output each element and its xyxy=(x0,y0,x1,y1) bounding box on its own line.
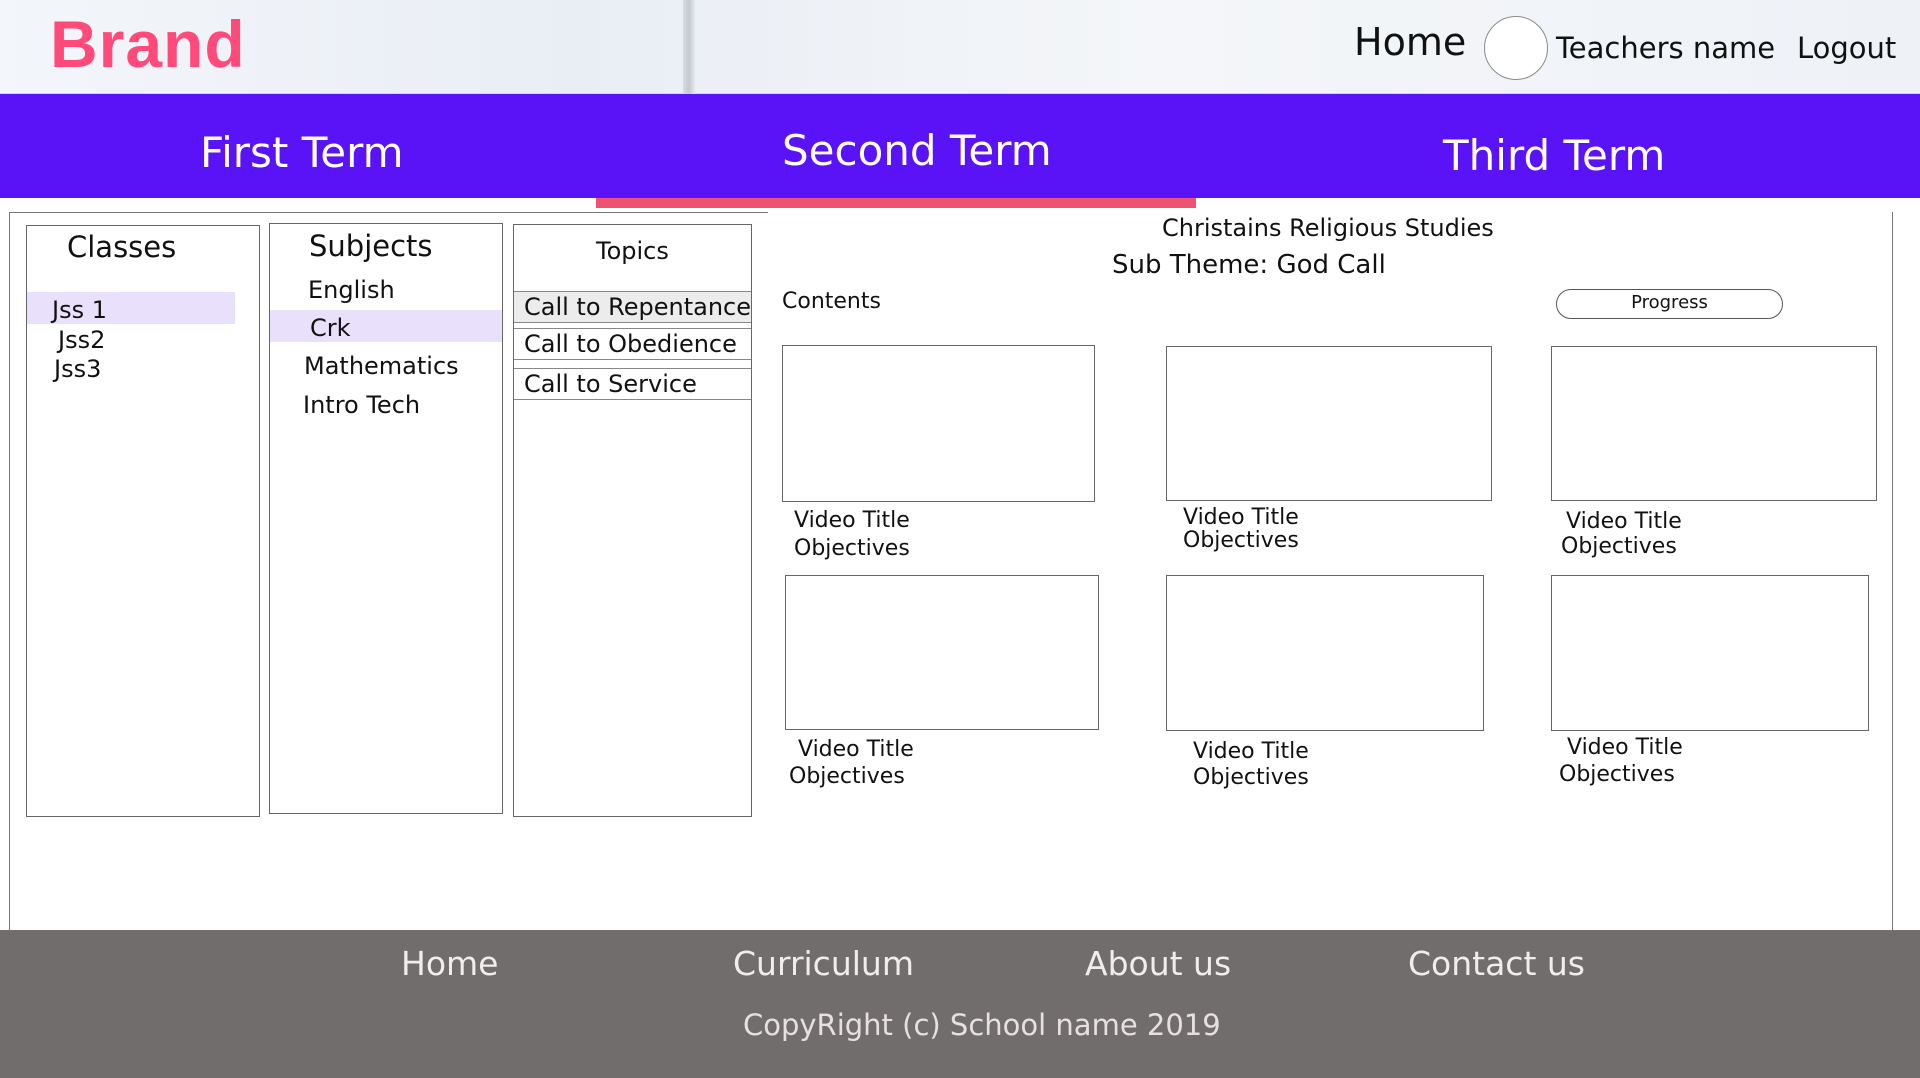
video-title[interactable]: Video Title xyxy=(798,737,914,762)
footer-link-curriculum[interactable]: Curriculum xyxy=(733,944,914,983)
video-title[interactable]: Video Title xyxy=(794,508,910,533)
avatar[interactable] xyxy=(1484,16,1548,80)
footer: Home Curriculum About us Contact us Copy… xyxy=(0,930,1920,1078)
video-thumbnail[interactable] xyxy=(1551,346,1877,501)
active-tab-indicator xyxy=(596,198,1196,208)
content-frame-top-border xyxy=(9,212,768,213)
nav-home-link[interactable]: Home xyxy=(1354,20,1466,64)
topic-item-call-to-repentance[interactable]: Call to Repentance xyxy=(514,291,751,323)
video-thumbnail[interactable] xyxy=(782,345,1095,502)
logout-link[interactable]: Logout xyxy=(1797,31,1896,65)
subjects-title: Subjects xyxy=(309,229,433,263)
subject-heading: Christains Religious Studies xyxy=(1162,214,1494,242)
footer-link-about-us[interactable]: About us xyxy=(1085,944,1231,983)
video-objectives: Objectives xyxy=(1183,528,1299,553)
footer-link-contact-us[interactable]: Contact us xyxy=(1408,944,1585,983)
copyright-text: CopyRight (c) School name 2019 xyxy=(743,1008,1221,1042)
footer-link-home[interactable]: Home xyxy=(401,944,498,983)
subject-item-crk[interactable]: Crk xyxy=(310,314,351,342)
term-tab-bar: First Term Second Term Third Term xyxy=(0,94,1920,198)
video-thumbnail[interactable] xyxy=(1551,575,1869,731)
video-objectives: Objectives xyxy=(789,764,905,789)
topic-item-call-to-obedience[interactable]: Call to Obedience xyxy=(514,328,751,360)
class-item-jss2[interactable]: Jss2 xyxy=(58,326,105,354)
subject-item-english[interactable]: English xyxy=(308,276,395,304)
progress-label: Progress xyxy=(1631,292,1708,313)
sub-theme-heading: Sub Theme: God Call xyxy=(1112,250,1386,280)
video-title[interactable]: Video Title xyxy=(1183,505,1299,530)
topics-title: Topics xyxy=(596,237,669,265)
topics-panel: Topics Call to Repentance Call to Obedie… xyxy=(513,224,752,817)
video-objectives: Objectives xyxy=(794,536,910,561)
subject-item-intro-tech[interactable]: Intro Tech xyxy=(303,391,420,419)
tab-second-term[interactable]: Second Term xyxy=(782,126,1052,175)
video-objectives: Objectives xyxy=(1561,534,1677,559)
top-header: Brand Home Teachers name Logout xyxy=(0,0,1920,94)
header-background-pole xyxy=(683,0,695,94)
topic-item-call-to-service[interactable]: Call to Service xyxy=(514,368,751,400)
tab-first-term[interactable]: First Term xyxy=(200,128,404,177)
brand-logo[interactable]: Brand xyxy=(50,6,246,82)
class-item-jss1[interactable]: Jss 1 xyxy=(52,296,107,324)
class-item-jss3[interactable]: Jss3 xyxy=(54,355,101,383)
subject-item-mathematics[interactable]: Mathematics xyxy=(304,352,459,380)
video-thumbnail[interactable] xyxy=(1166,346,1492,501)
video-thumbnail[interactable] xyxy=(1166,575,1484,731)
video-objectives: Objectives xyxy=(1193,765,1309,790)
subjects-panel: Subjects English Crk Mathematics Intro T… xyxy=(269,223,503,814)
video-objectives: Objectives xyxy=(1559,762,1675,787)
video-title[interactable]: Video Title xyxy=(1567,735,1683,760)
progress-bar: Progress xyxy=(1556,289,1783,319)
classes-title: Classes xyxy=(67,230,177,264)
classes-panel: Classes Jss 1 Jss2 Jss3 xyxy=(26,225,260,817)
video-title[interactable]: Video Title xyxy=(1193,739,1309,764)
video-title[interactable]: Video Title xyxy=(1566,509,1682,534)
subject-selection-highlight xyxy=(270,310,502,342)
video-thumbnail[interactable] xyxy=(785,575,1099,730)
contents-label: Contents xyxy=(782,289,881,314)
tab-third-term[interactable]: Third Term xyxy=(1443,131,1665,180)
teacher-name[interactable]: Teachers name xyxy=(1556,31,1775,65)
